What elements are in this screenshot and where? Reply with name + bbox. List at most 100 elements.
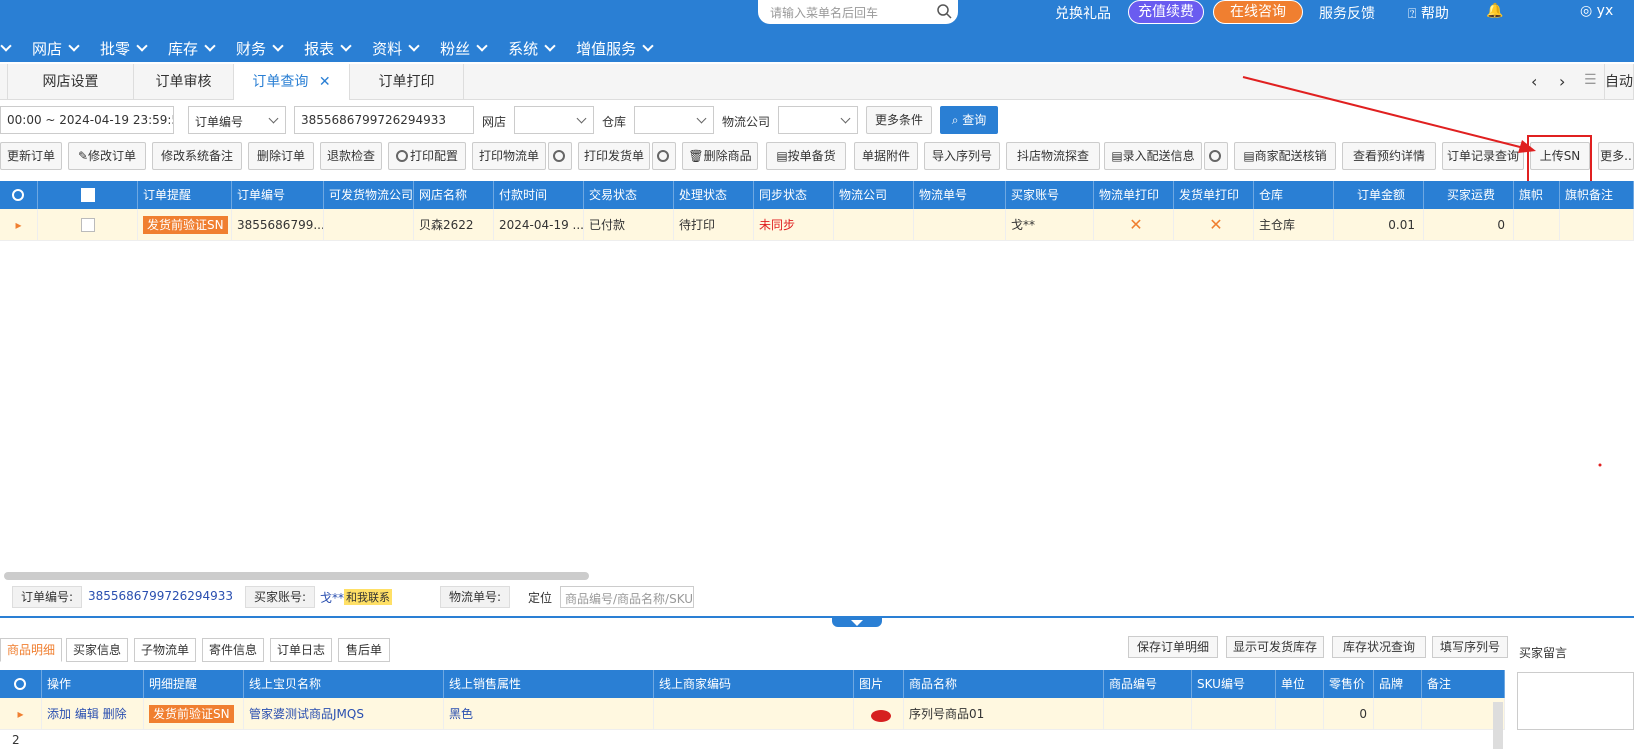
detail-online-attr: 黑色: [444, 698, 654, 730]
dcol-image[interactable]: 图片: [854, 670, 904, 698]
tab-sender-info[interactable]: 寄件信息: [202, 638, 264, 662]
order-grid-header: 订单提醒 订单编号 可发货物流公司 网店名称 付款时间 交易状态 处理状态 同步…: [0, 181, 1634, 209]
detail-price: 0: [1324, 698, 1374, 730]
row-buyer: 戈**: [1006, 209, 1094, 241]
tab-sub-logistics[interactable]: 子物流单: [134, 638, 196, 662]
detail-row[interactable]: 2: [0, 730, 1505, 750]
dcol-remind[interactable]: 明细提醒: [144, 670, 244, 698]
col-sync-status[interactable]: 同步状态: [754, 181, 834, 209]
row-amount: 0.01: [1334, 209, 1424, 241]
row-pointer-icon: ▸: [0, 698, 42, 730]
fill-serial-button[interactable]: 填写序列号: [1432, 636, 1508, 658]
col-warehouse[interactable]: 仓库: [1254, 181, 1334, 209]
detail-unit: [1276, 698, 1324, 730]
detail-row[interactable]: ▸ 添加 编辑 删除 发货前验证SN 管家婆测试商品JMQS 黑色 序列号商品0…: [0, 698, 1505, 730]
row-process-status: 待打印: [674, 209, 754, 241]
dcol-online-name[interactable]: 线上宝贝名称: [244, 670, 444, 698]
row-order-no: 3855686799...: [232, 209, 324, 241]
dcol-ops[interactable]: 操作: [42, 670, 144, 698]
stock-status-button[interactable]: 库存状况查询: [1332, 636, 1426, 658]
splitter[interactable]: [0, 616, 1634, 618]
detail-product-no: [1104, 698, 1192, 730]
col-logistics-avail[interactable]: 可发货物流公司: [324, 181, 414, 209]
col-trade-status[interactable]: 交易状态: [584, 181, 674, 209]
col-process-status[interactable]: 处理状态: [674, 181, 754, 209]
buyer-message-title: 买家留言: [1519, 646, 1568, 660]
row-flag-note: [1560, 209, 1634, 241]
col-remind[interactable]: 订单提醒: [138, 181, 232, 209]
tab-product-detail[interactable]: 商品明细: [0, 638, 62, 662]
detail-grid-settings[interactable]: [0, 670, 42, 698]
buyer-message-box[interactable]: [1517, 672, 1634, 730]
row-logistics: [834, 209, 914, 241]
row-trade-status: 已付款: [584, 209, 674, 241]
dcol-sku[interactable]: SKU编号: [1192, 670, 1276, 698]
detail-product-name: 序列号商品01: [904, 698, 1104, 730]
detail-remind: 发货前验证SN: [144, 698, 244, 730]
row-pay-time: 2024-04-19 ...: [494, 209, 584, 241]
col-flag-note[interactable]: 旗帜备注: [1560, 181, 1634, 209]
show-stock-button[interactable]: 显示可发货库存: [1226, 636, 1324, 658]
collapse-toggle[interactable]: [832, 617, 882, 627]
grid-settings[interactable]: [0, 181, 38, 209]
col-logistics-no[interactable]: 物流单号: [914, 181, 1006, 209]
col-flag[interactable]: 旗帜: [1514, 181, 1560, 209]
detail-online-code: [654, 698, 854, 730]
table-row[interactable]: ▸ 发货前验证SN 3855686799... 贝森2622 2024-04-1…: [0, 209, 1634, 241]
col-freight[interactable]: 买家运费: [1424, 181, 1514, 209]
buyer-value: 戈**: [320, 591, 345, 605]
row-warehouse: 主仓库: [1254, 209, 1334, 241]
gear-icon: [13, 678, 26, 690]
buyer-label: 买家账号:: [245, 586, 316, 608]
detail-ops-links[interactable]: 添加 编辑 删除: [42, 698, 144, 730]
dcol-note[interactable]: 备注: [1422, 670, 1505, 698]
dcol-unit[interactable]: 单位: [1276, 670, 1324, 698]
tab-buyer-info[interactable]: 买家信息: [66, 638, 128, 662]
locate-label: 定位: [528, 591, 553, 605]
dcol-product-no[interactable]: 商品编号: [1104, 670, 1192, 698]
row-pointer-icon: ▸: [0, 209, 38, 241]
col-buyer[interactable]: 买家账号: [1006, 181, 1094, 209]
tab-after-sales[interactable]: 售后单: [338, 638, 390, 662]
buyer-message-panel: 买家留言: [1513, 636, 1634, 749]
dcol-online-attr[interactable]: 线上销售属性: [444, 670, 654, 698]
helmet-icon: [871, 709, 891, 722]
col-pay-time[interactable]: 付款时间: [494, 181, 584, 209]
gear-icon: [11, 189, 24, 201]
row-remind: 发货前验证SN: [138, 209, 232, 241]
row-checkbox[interactable]: [38, 209, 138, 241]
save-detail-button[interactable]: 保存订单明细: [1128, 636, 1218, 658]
order-no-value: 3855686799726294933: [88, 589, 234, 603]
col-logistics[interactable]: 物流公司: [834, 181, 914, 209]
col-order-no[interactable]: 订单编号: [232, 181, 324, 209]
detail-online-name[interactable]: 管家婆测试商品JMQS: [244, 698, 444, 730]
dcol-price[interactable]: 零售价: [1324, 670, 1374, 698]
checkbox-icon: [80, 188, 95, 202]
select-all-checkbox[interactable]: [38, 181, 138, 209]
detail-sku: [1192, 698, 1276, 730]
horizontal-scrollbar[interactable]: [4, 572, 589, 580]
col-print-logistics[interactable]: 物流单打印: [1094, 181, 1174, 209]
contact-badge[interactable]: 和我联系: [344, 589, 392, 605]
col-print-invoice[interactable]: 发货单打印: [1174, 181, 1254, 209]
row-index: 2: [12, 733, 20, 747]
row-sync-status: 未同步: [754, 209, 834, 241]
order-no-label: 订单编号:: [12, 586, 83, 608]
row-freight: 0: [1424, 209, 1514, 241]
vertical-scrollbar[interactable]: [1493, 702, 1503, 749]
order-info-bar: 订单编号: 3855686799726294933 买家账号: 戈** 和我联系…: [0, 584, 1634, 610]
chevron-down-icon: [851, 620, 863, 626]
dcol-brand[interactable]: 品牌: [1374, 670, 1422, 698]
col-shop[interactable]: 网店名称: [414, 181, 494, 209]
tab-order-log[interactable]: 订单日志: [270, 638, 332, 662]
row-logistics-avail: [324, 209, 414, 241]
dcol-online-code[interactable]: 线上商家编码: [654, 670, 854, 698]
product-image[interactable]: [854, 698, 904, 730]
row-print-logistics-icon: ✕: [1094, 209, 1174, 241]
dcol-product-name[interactable]: 商品名称: [904, 670, 1104, 698]
col-amount[interactable]: 订单金额: [1334, 181, 1424, 209]
logistics-no-label: 物流单号:: [440, 586, 511, 608]
row-logistics-no: [914, 209, 1006, 241]
sn-badge: 发货前验证SN: [149, 705, 234, 723]
locate-input[interactable]: 商品编号/商品名称/SKU: [560, 586, 694, 608]
